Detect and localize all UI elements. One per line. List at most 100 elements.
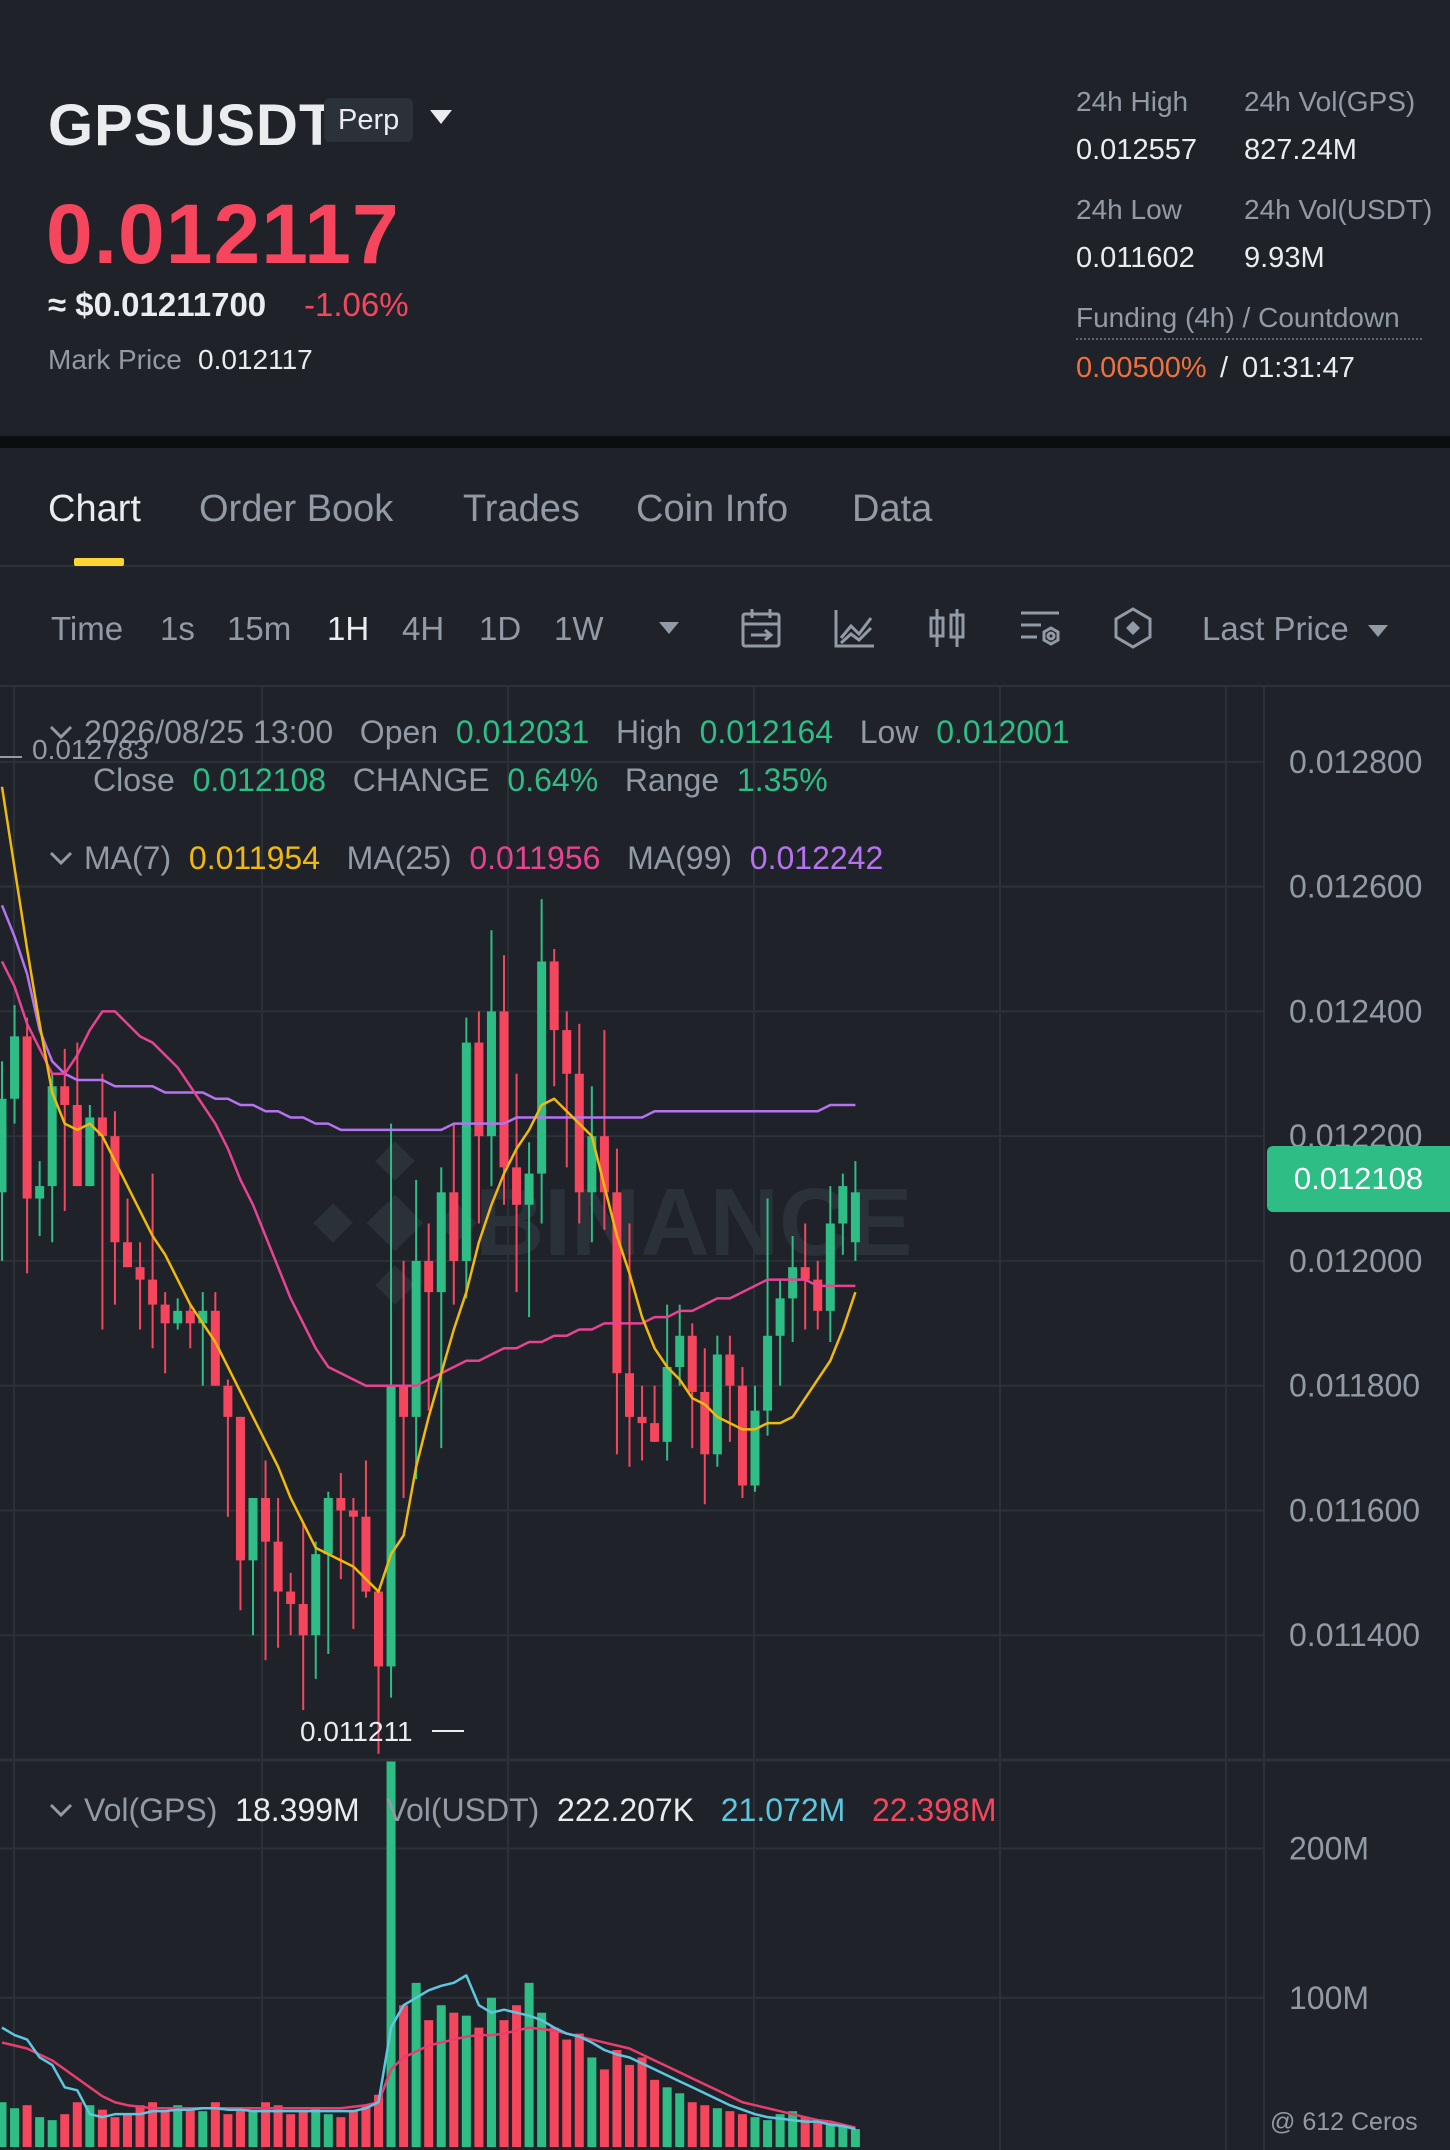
volume-bar bbox=[549, 2027, 559, 2147]
volume-bar bbox=[725, 2111, 735, 2147]
chart-settings-icon[interactable] bbox=[1014, 600, 1066, 656]
volume-bar bbox=[825, 2123, 835, 2147]
header-divider bbox=[0, 436, 1450, 448]
low-label: Low bbox=[859, 714, 919, 750]
candlestick-type-icon[interactable] bbox=[921, 600, 973, 656]
ma99-value: 0.012242 bbox=[749, 840, 884, 876]
volume-collapse-chevron-icon[interactable] bbox=[48, 1801, 74, 1821]
volume-bar bbox=[35, 2117, 45, 2147]
candle-body bbox=[662, 1366, 672, 1442]
vol-gps-24h-value: 827.24M bbox=[1244, 134, 1357, 166]
tabs-divider bbox=[0, 565, 1450, 567]
candle-body bbox=[424, 1260, 434, 1293]
change-value: 0.64% bbox=[507, 762, 599, 798]
time-interval-label[interactable]: Time bbox=[51, 610, 123, 648]
close-label: Close bbox=[93, 762, 175, 798]
price-axis-label: 0.012400 bbox=[1289, 993, 1422, 1029]
volume-bar bbox=[449, 2012, 459, 2147]
collapse-chevron-icon[interactable] bbox=[48, 723, 74, 743]
interval-1h[interactable]: 1H bbox=[327, 610, 369, 648]
volume-bar bbox=[223, 2114, 233, 2147]
contract-type-badge: Perp bbox=[324, 98, 414, 142]
calendar-icon[interactable] bbox=[735, 600, 787, 656]
usd-equivalent: ≈ $0.01211700 bbox=[48, 286, 267, 323]
open-value: 0.012031 bbox=[455, 714, 590, 750]
price-chart[interactable]: BINANCE 0.0128000.0126000.0124000.012200… bbox=[0, 687, 1450, 2150]
vol-usdt-24h-label: 24h Vol(USDT) bbox=[1244, 194, 1433, 225]
candle-body bbox=[273, 1541, 283, 1592]
candle-body bbox=[110, 1136, 120, 1243]
interval-15m[interactable]: 15m bbox=[227, 610, 291, 648]
high-24h-value: 0.012557 bbox=[1076, 134, 1197, 166]
volume-bar bbox=[323, 2114, 333, 2147]
candle-body bbox=[850, 1192, 860, 1243]
more-intervals-icon[interactable] bbox=[643, 600, 695, 656]
vol-gps-24h-label: 24h Vol(GPS) bbox=[1244, 86, 1416, 117]
price-type-select[interactable]: Last Price bbox=[1202, 610, 1390, 648]
candle-body bbox=[436, 1192, 446, 1293]
volume-legend: Vol(GPS) 18.399M Vol(USDT) 222.207K 21.0… bbox=[48, 1792, 996, 1829]
tab-trades[interactable]: Trades bbox=[463, 488, 580, 531]
tab-coin-info[interactable]: Coin Info bbox=[636, 488, 788, 531]
interval-1d[interactable]: 1D bbox=[479, 610, 521, 648]
ma7-value: 0.011954 bbox=[188, 840, 320, 876]
volume-bar bbox=[537, 2012, 547, 2147]
volume-bar bbox=[625, 2064, 634, 2147]
candle-body bbox=[650, 1423, 660, 1442]
candle-body bbox=[60, 1086, 70, 1105]
volume-bar bbox=[474, 2027, 484, 2147]
candle-body bbox=[625, 1373, 634, 1417]
candle-body bbox=[474, 1042, 484, 1137]
volume-bar bbox=[612, 2050, 622, 2147]
volume-bar bbox=[248, 2111, 258, 2147]
volume-bar bbox=[135, 2105, 145, 2147]
volume-bar bbox=[72, 2102, 82, 2147]
candle-body bbox=[374, 1591, 383, 1667]
funding-countdown-label[interactable]: Funding (4h) / Countdown bbox=[1076, 302, 1422, 340]
interval-1w[interactable]: 1W bbox=[554, 610, 604, 648]
ma99-label: MA(99) bbox=[627, 840, 733, 876]
ohlc-legend-row2: Close 0.012108 CHANGE 0.64% Range 1.35% bbox=[93, 762, 828, 799]
tab-order-book[interactable]: Order Book bbox=[199, 488, 393, 531]
volume-bar bbox=[662, 2087, 672, 2147]
candle-body bbox=[486, 1011, 496, 1137]
candle-body bbox=[788, 1267, 798, 1299]
close-value: 0.012108 bbox=[192, 762, 327, 798]
tab-chart[interactable]: Chart bbox=[48, 488, 141, 531]
open-label: Open bbox=[359, 714, 439, 750]
symbol-dropdown-icon[interactable] bbox=[428, 108, 454, 133]
volume-bar bbox=[637, 2057, 647, 2147]
symbol-title[interactable]: GPSUSDT bbox=[48, 92, 335, 159]
candle-body bbox=[135, 1267, 145, 1280]
candle-body bbox=[160, 1304, 170, 1324]
candle-body bbox=[72, 1104, 82, 1187]
volume-bar bbox=[424, 2020, 434, 2147]
candle-body bbox=[800, 1267, 810, 1280]
indicator-chart-icon[interactable] bbox=[828, 600, 880, 656]
volume-bar bbox=[687, 2102, 697, 2147]
price-type-caret-icon bbox=[1367, 625, 1388, 638]
candle-body bbox=[148, 1279, 158, 1305]
candle-body bbox=[637, 1416, 647, 1424]
candle-body bbox=[562, 1030, 572, 1074]
high-label: High bbox=[616, 714, 682, 750]
candle-body bbox=[386, 1385, 396, 1667]
candle-body bbox=[311, 1554, 321, 1636]
vol-usdt-24h-value: 9.93M bbox=[1244, 242, 1325, 274]
volume-axis-label: 100M bbox=[1289, 1980, 1369, 2016]
ma25-label: MA(25) bbox=[346, 840, 452, 876]
candle-body bbox=[461, 1042, 471, 1261]
vol-usdt-value: 222.207K bbox=[557, 1792, 695, 1828]
candle-body bbox=[524, 1173, 534, 1205]
volume-bar bbox=[185, 2108, 195, 2147]
interval-4h[interactable]: 4H bbox=[402, 610, 444, 648]
tab-data[interactable]: Data bbox=[852, 488, 932, 531]
volume-bar bbox=[348, 2111, 358, 2147]
candle-body bbox=[185, 1310, 195, 1324]
volume-bar bbox=[399, 2005, 409, 2147]
ma-collapse-chevron-icon[interactable] bbox=[48, 849, 74, 869]
interval-1s[interactable]: 1s bbox=[160, 610, 195, 648]
depth-chart-icon[interactable] bbox=[1107, 600, 1159, 656]
candle-body bbox=[763, 1335, 773, 1411]
volume-bar bbox=[788, 2111, 798, 2147]
